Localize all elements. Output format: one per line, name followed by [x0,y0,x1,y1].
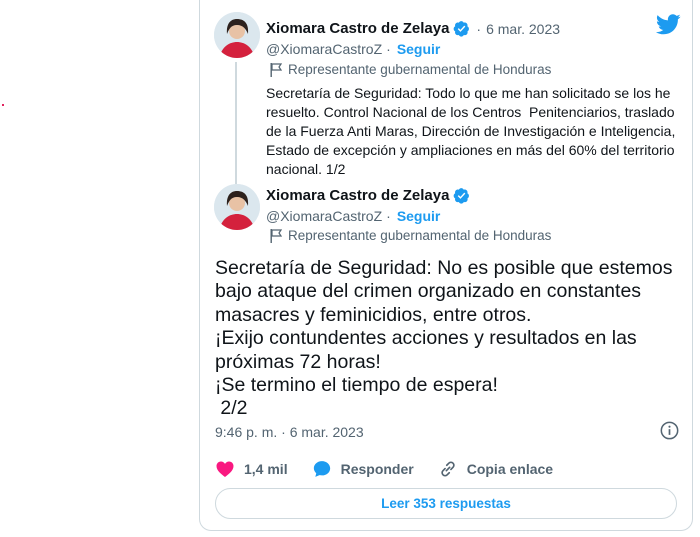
like-count: 1,4 mil [244,461,288,477]
avatar[interactable] [214,12,260,58]
handle-row: @XiomaraCastroZ · Seguir [266,41,440,57]
info-icon[interactable] [660,421,679,440]
government-label: Representante gubernamental de Honduras [270,228,551,243]
link-icon [441,461,455,477]
embedded-tweet-card: Xiomara Castro de Zelaya · 6 mar. 2023 @… [199,0,693,531]
tweet-text: Secretaría de Seguridad: No es posible q… [215,257,673,420]
separator: · [476,20,482,37]
author-handle[interactable]: @XiomaraCastroZ [266,208,382,224]
copy-link-label: Copia enlace [466,461,554,477]
verified-badge-icon [454,188,470,204]
author-name[interactable]: Xiomara Castro de Zelaya [266,20,449,37]
heart-icon [216,461,234,477]
reply-button[interactable]: Responder [312,459,414,479]
government-label-text: Representante gubernamental de Honduras [288,62,552,77]
copy-link-button[interactable]: Copia enlace [438,459,553,479]
government-label-text: Representante gubernamental de Honduras [288,228,552,243]
avatar[interactable] [214,184,260,230]
tweet-date[interactable]: 6 mar. 2023 [486,21,560,37]
author-row: Xiomara Castro de Zelaya · 6 mar. 2023 [266,20,560,37]
tweet-actions: 1,4 mil Responder Copia enlace [215,459,577,479]
handle-row: @XiomaraCastroZ · Seguir [266,208,440,224]
stray-dot [2,104,4,106]
separator: · [386,41,391,57]
follow-button[interactable]: Seguir [397,41,441,57]
read-replies-button[interactable]: Leer 353 respuestas [215,488,677,519]
flag-icon [270,228,282,243]
follow-button[interactable]: Seguir [397,208,441,224]
author-handle[interactable]: @XiomaraCastroZ [266,41,382,57]
author-name[interactable]: Xiomara Castro de Zelaya [266,187,449,204]
flag-icon [270,62,282,77]
thread-connector [235,62,237,184]
reply-label: Responder [340,461,414,477]
verified-badge-icon [454,21,470,37]
separator: · [386,208,391,224]
tweet-text: Secretaría de Seguridad: Todo lo que me … [266,85,676,177]
twitter-bird-icon[interactable] [656,14,681,35]
like-button[interactable]: 1,4 mil [215,459,288,479]
author-row: Xiomara Castro de Zelaya [266,187,470,204]
tweet-timestamp[interactable]: 9:46 p. m. · 6 mar. 2023 [215,424,364,440]
speech-bubble-icon [313,461,330,477]
government-label: Representante gubernamental de Honduras [270,62,551,77]
